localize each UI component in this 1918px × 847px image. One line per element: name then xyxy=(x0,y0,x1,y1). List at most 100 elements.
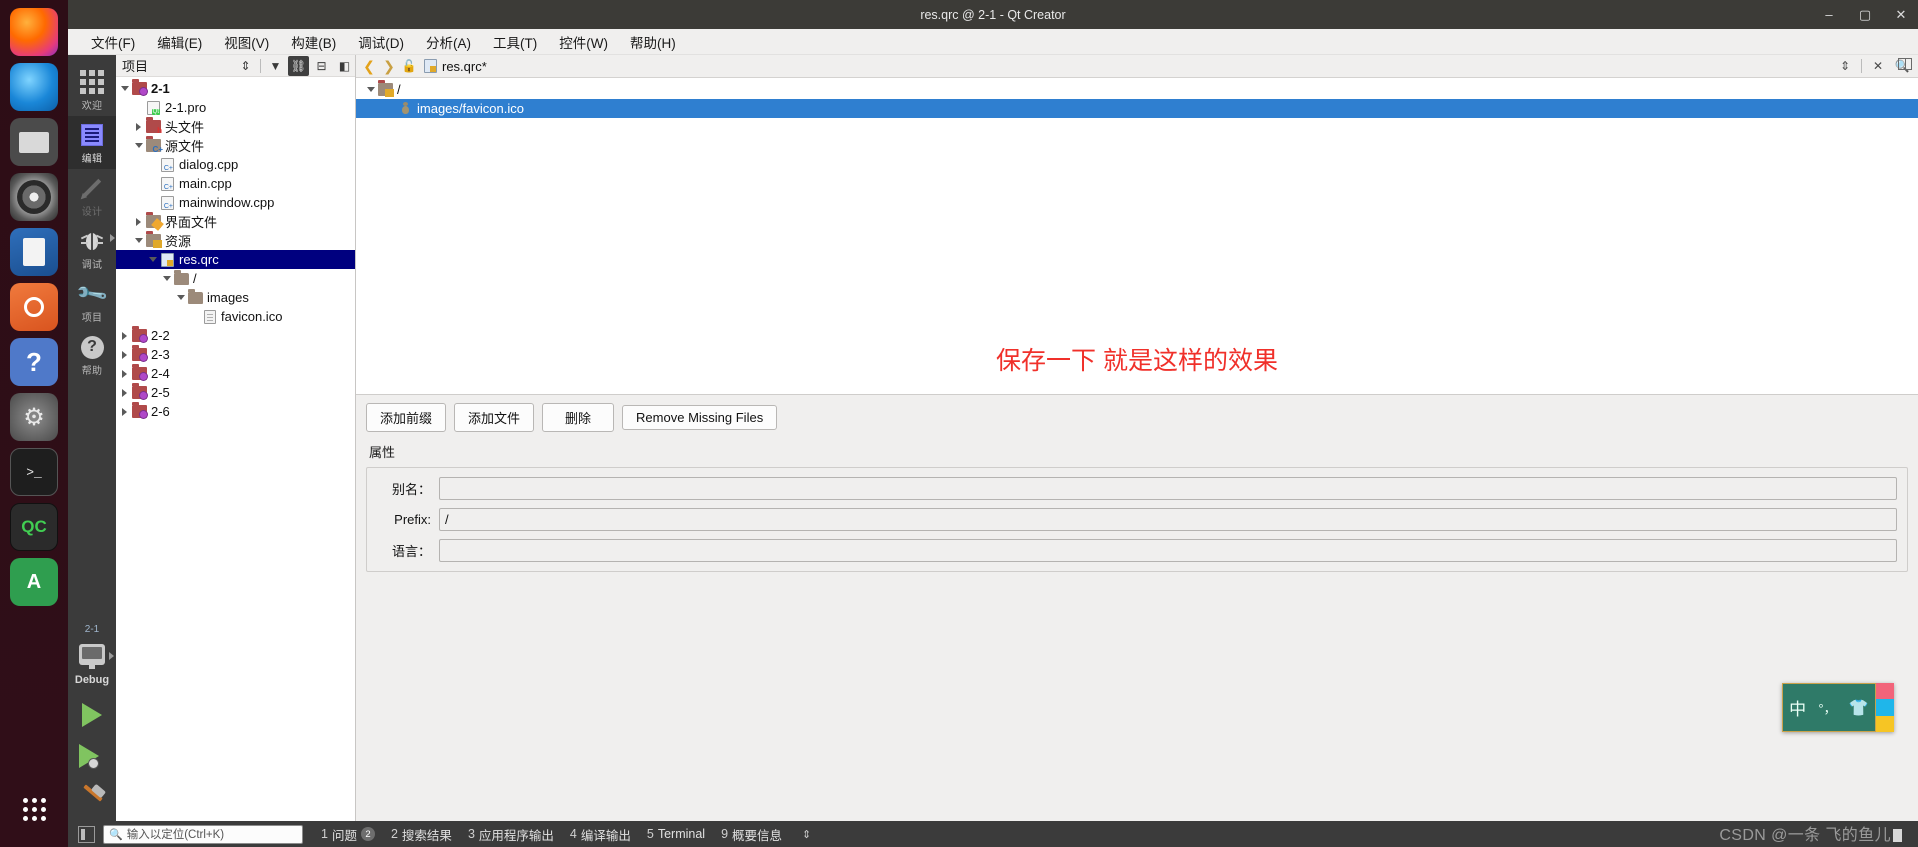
navigate-back-icon[interactable]: ❮ xyxy=(360,57,378,75)
resource-tree[interactable]: / images/favicon.ico xyxy=(356,78,1918,156)
run-button[interactable] xyxy=(82,703,102,727)
kit-expander-icon[interactable] xyxy=(109,652,114,660)
menu-build[interactable]: 构建(B) xyxy=(280,29,347,55)
add-files-button[interactable]: 添加文件 xyxy=(454,402,535,432)
tree-row[interactable]: 2-1 xyxy=(116,79,355,98)
mode-projects[interactable]: 🔧 项目 xyxy=(68,275,116,328)
remove-button[interactable]: 删除 xyxy=(542,402,615,432)
link-with-editor-icon[interactable]: ⛓ xyxy=(288,55,309,76)
menu-analyze[interactable]: 分析(A) xyxy=(415,29,482,55)
lock-icon[interactable]: 🔓 xyxy=(400,57,418,75)
pane-compile-output[interactable]: 4 编译输出 xyxy=(570,825,631,844)
tree-expander-icon[interactable] xyxy=(118,331,131,340)
tree-row[interactable]: C+ mainwindow.cpp xyxy=(116,193,355,212)
pane-application-output[interactable]: 3 应用程序输出 xyxy=(468,825,554,844)
terminal-icon[interactable]: >_ xyxy=(10,448,58,496)
tree-row[interactable]: 资源 xyxy=(116,231,355,250)
collapse-all-icon[interactable]: ⊟ xyxy=(311,56,332,76)
tree-row[interactable]: images xyxy=(116,288,355,307)
resize-output-icon[interactable]: ⇕ xyxy=(802,828,811,841)
libreoffice-writer-icon[interactable] xyxy=(10,228,58,276)
resource-row[interactable]: / xyxy=(356,80,1918,99)
settings-gear-icon[interactable]: ⚙ xyxy=(10,393,58,441)
pane-search-results[interactable]: 2 搜索结果 xyxy=(391,825,452,844)
android-studio-icon[interactable]: A xyxy=(10,558,58,606)
minimize-button[interactable]: – xyxy=(1822,8,1836,21)
tree-expander-icon[interactable] xyxy=(132,217,145,226)
maximize-button[interactable]: ▢ xyxy=(1858,8,1872,21)
help-icon[interactable]: ? xyxy=(10,338,58,386)
tree-row[interactable]: 界面文件 xyxy=(116,212,355,231)
add-prefix-button[interactable]: 添加前缀 xyxy=(366,402,447,432)
mode-welcome[interactable]: 欢迎 xyxy=(68,63,116,116)
menu-tools[interactable]: 工具(T) xyxy=(482,29,548,55)
tree-row[interactable]: C+ main.cpp xyxy=(116,174,355,193)
prefix-field[interactable] xyxy=(439,507,1897,531)
tree-row[interactable]: favicon.ico xyxy=(116,307,355,326)
mode-debug-expander-icon[interactable] xyxy=(110,234,115,242)
pane-terminal[interactable]: 5 Terminal xyxy=(647,827,705,841)
menu-view[interactable]: 视图(V) xyxy=(213,29,280,55)
ime-indicator[interactable]: 中 °， 👕 xyxy=(1782,683,1894,732)
close-button[interactable]: ✕ xyxy=(1894,8,1908,21)
mode-help[interactable]: ? 帮助 xyxy=(68,328,116,381)
mode-design[interactable]: 设计 xyxy=(68,169,116,222)
filter-icon[interactable]: ▼ xyxy=(265,56,286,76)
tree-expander-icon[interactable] xyxy=(364,87,377,92)
tree-expander-icon[interactable] xyxy=(118,407,131,416)
tree-row[interactable]: C+ 源文件 xyxy=(116,136,355,155)
kit-selector[interactable] xyxy=(79,644,114,669)
tree-row[interactable]: 2-4 xyxy=(116,364,355,383)
tree-row[interactable]: / xyxy=(116,269,355,288)
alias-field[interactable] xyxy=(439,476,1897,500)
start-debugging-button[interactable] xyxy=(79,744,105,769)
document-dropdown-icon[interactable]: ⇕ xyxy=(1835,57,1855,76)
close-document-icon[interactable]: ✕ xyxy=(1868,57,1888,76)
tree-expander-icon[interactable] xyxy=(160,276,173,281)
tree-row[interactable]: h 头文件 xyxy=(116,117,355,136)
tree-row[interactable]: 2-3 xyxy=(116,345,355,364)
menu-help[interactable]: 帮助(H) xyxy=(619,29,687,55)
tree-expander-icon[interactable] xyxy=(118,350,131,359)
navigate-forward-icon[interactable]: ❯ xyxy=(380,57,398,75)
tree-row[interactable]: 2-6 xyxy=(116,402,355,421)
ubuntu-software-icon[interactable] xyxy=(10,283,58,331)
tree-expander-icon[interactable] xyxy=(132,143,145,148)
tree-row[interactable]: 2-1.pro xyxy=(116,98,355,117)
tree-expander-icon[interactable] xyxy=(118,388,131,397)
menu-file[interactable]: 文件(F) xyxy=(80,29,146,55)
tree-row[interactable]: res.qrc xyxy=(116,250,355,269)
rhythmbox-icon[interactable] xyxy=(10,173,58,221)
mode-debug[interactable]: 调试 xyxy=(68,222,116,275)
language-field[interactable] xyxy=(439,538,1897,562)
tree-row[interactable]: 2-2 xyxy=(116,326,355,345)
tree-row[interactable]: C+ dialog.cpp xyxy=(116,155,355,174)
close-sidebar-icon[interactable]: ◧ xyxy=(334,56,355,76)
split-editor-icon[interactable] xyxy=(1896,56,1914,72)
toggle-sidebar-icon[interactable] xyxy=(78,825,95,843)
tree-expander-icon[interactable] xyxy=(132,122,145,131)
resource-row[interactable]: images/favicon.ico xyxy=(356,99,1918,118)
remove-missing-files-button[interactable]: Remove Missing Files xyxy=(622,404,778,430)
menu-debug[interactable]: 调试(D) xyxy=(347,29,415,55)
tree-expander-icon[interactable] xyxy=(146,257,159,262)
firefox-icon[interactable] xyxy=(10,8,58,56)
locator-input[interactable]: 🔍 输入以定位(Ctrl+K) xyxy=(103,824,303,844)
build-button[interactable] xyxy=(78,783,107,811)
show-applications-icon[interactable] xyxy=(10,785,58,833)
ime-punctuation-icon[interactable]: °， xyxy=(1818,698,1836,717)
menu-edit[interactable]: 编辑(E) xyxy=(146,29,213,55)
project-tree[interactable]: 2-12-1.proh头文件C+源文件C+dialog.cppC+main.cp… xyxy=(116,77,355,821)
menu-widgets[interactable]: 控件(W) xyxy=(548,29,619,55)
pane-general-messages[interactable]: 9 概要信息 xyxy=(721,825,782,844)
tree-expander-icon[interactable] xyxy=(174,295,187,300)
tree-expander-icon[interactable] xyxy=(118,86,131,91)
pane-issues[interactable]: 1 问题 2 xyxy=(321,825,375,844)
files-icon[interactable] xyxy=(10,118,58,166)
ime-skin-icon[interactable]: 👕 xyxy=(1849,698,1869,718)
tab-res-qrc[interactable]: res.qrc* xyxy=(420,58,495,75)
thunderbird-icon[interactable] xyxy=(10,63,58,111)
tree-expander-icon[interactable] xyxy=(132,238,145,243)
tree-row[interactable]: 2-5 xyxy=(116,383,355,402)
sync-selection-icon[interactable]: ⇕ xyxy=(235,56,256,76)
